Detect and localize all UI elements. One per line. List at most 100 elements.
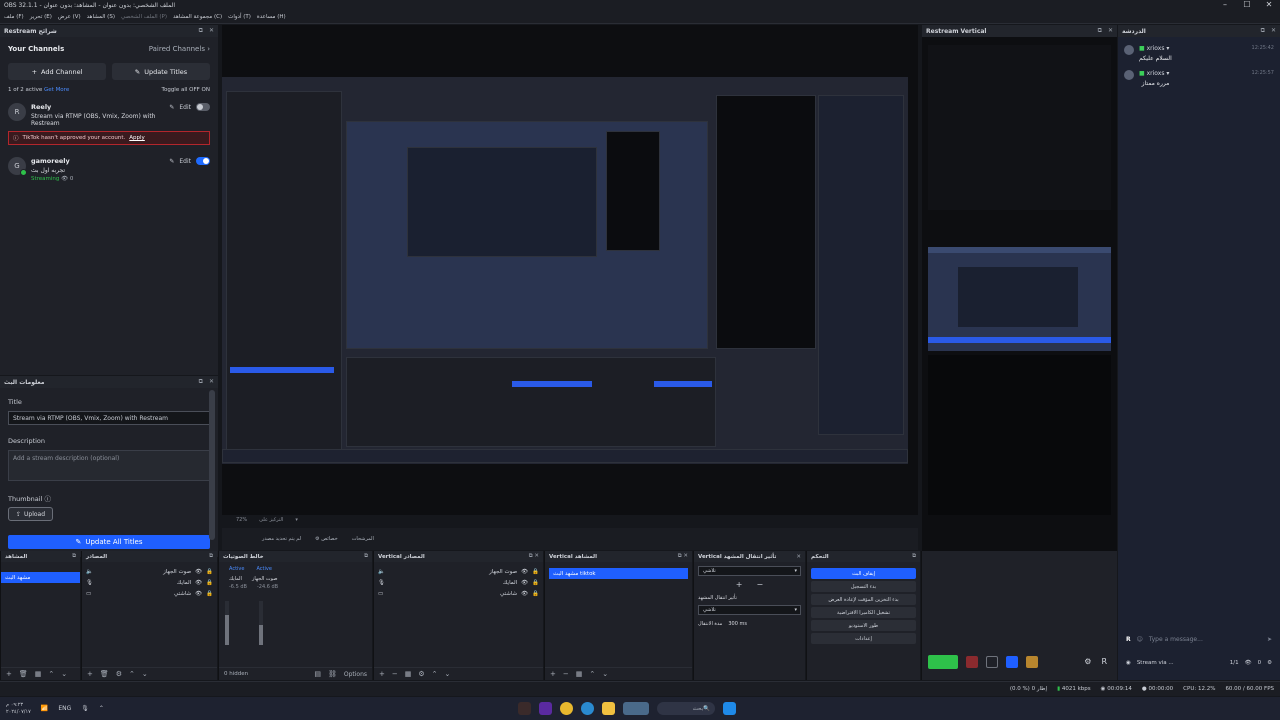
eye-icon: 👁 — [521, 590, 529, 597]
zoom-level[interactable]: 72% — [236, 517, 247, 523]
menu-edit[interactable]: تحرير (E) — [30, 14, 52, 20]
channel-edit[interactable]: Edit — [179, 104, 191, 111]
bitrate: ▮ 4021 kbps — [1057, 686, 1091, 692]
speaker-icon: 🔈 — [86, 568, 93, 575]
vertical-preview[interactable] — [928, 247, 1111, 351]
replay-button[interactable] — [986, 656, 998, 668]
program-preview[interactable] — [222, 77, 908, 464]
menu-scene-collection[interactable]: مجموعة المشاهد (C) — [173, 14, 222, 20]
hidden-count: 0 hidden — [224, 671, 249, 677]
upload-button[interactable]: ⇪ Upload — [8, 507, 53, 521]
float-icon[interactable]: ⧉ — [199, 27, 203, 35]
menu-profile[interactable]: الملف الشخصي (P) — [121, 14, 167, 20]
wifi-icon: 📶 — [40, 705, 49, 712]
settings-icon[interactable]: ⚙ — [1267, 660, 1272, 666]
get-more-link[interactable]: Get More — [44, 87, 69, 93]
restream-logo-icon[interactable]: R — [1101, 657, 1107, 666]
broadcast-icon: ◉ — [1100, 686, 1106, 692]
window-title-bar: OBS 32.1.1 - الملف الشخصي: بدون عنوان - … — [0, 0, 1280, 11]
chat-input[interactable]: R ☺ Type a message... ➤ — [1118, 632, 1280, 646]
menu-scenes[interactable]: المشاهد (S) — [87, 14, 115, 20]
title-input[interactable]: Stream via RTMP (OBS, Vmix, Zoom) with R… — [8, 411, 210, 425]
remove-icon: 🗑 — [18, 670, 28, 678]
discord-icon[interactable] — [539, 702, 552, 715]
transition-select[interactable]: تلاشي ▾ — [698, 566, 801, 576]
vertical-scene-item[interactable]: مشهد البث tiktok — [549, 568, 688, 579]
scene-item[interactable]: مشهد البث — [1, 572, 80, 583]
taskbar-search[interactable]: بحث 🔍 — [657, 702, 715, 715]
start-recording-button[interactable]: بدء التسجيل — [811, 581, 916, 592]
studio-mode-button[interactable]: طور الاستوديو — [811, 620, 916, 631]
edge-icon[interactable] — [581, 702, 594, 715]
source-item[interactable]: ▭ شاشتي 👁 🔒 — [374, 588, 543, 599]
filters-button[interactable]: المرشحات — [352, 536, 374, 542]
edit-icon[interactable]: ✎ — [169, 104, 174, 111]
channel-toggle[interactable] — [196, 157, 210, 165]
add-channel-button[interactable]: + Add Channel — [8, 63, 106, 80]
paired-channels-link[interactable]: Paired Channels › — [149, 45, 210, 53]
properties-button[interactable]: ⚙ خصائص — [315, 536, 338, 542]
remove-icon[interactable]: − — [757, 580, 764, 589]
preview-mode[interactable]: التركيز على — [259, 517, 283, 523]
update-all-titles-button[interactable]: ✎ Update All Titles — [8, 535, 210, 549]
virtual-camera-button[interactable]: تشغيل الكاميرا الافتراضية — [811, 607, 916, 618]
apply-link[interactable]: Apply — [129, 135, 145, 141]
obs-app-icon[interactable] — [518, 702, 531, 715]
app-icon[interactable] — [623, 702, 649, 715]
lock-icon: 🔒 — [206, 590, 213, 597]
live-time: ◉ 00:09:14 — [1100, 686, 1132, 692]
menu-view[interactable]: عرض (V) — [58, 14, 81, 20]
settings-button[interactable]: إعدادات — [811, 633, 916, 644]
toggle-all[interactable]: Toggle all OFF ON — [162, 87, 210, 93]
channel-toggle[interactable] — [196, 103, 210, 111]
chat-panel: الدردشة ⧉ ✕ ■ xrioxs ▾ السلام عليكم 12:25… — [1118, 25, 1280, 680]
up-icon: ⌃ — [48, 670, 55, 678]
stop-streaming-button[interactable]: إيقاف البث — [811, 568, 916, 579]
pencil-icon: ✎ — [134, 67, 141, 76]
windows-start-icon[interactable] — [723, 702, 736, 715]
float-icon[interactable]: ⧉ — [1098, 27, 1102, 35]
chevron-up-icon[interactable]: ⌃ — [99, 705, 104, 712]
duration-input[interactable]: 300 ms — [728, 621, 747, 627]
send-icon[interactable]: ➤ — [1267, 636, 1272, 643]
source-item[interactable]: 🔈 صوت الجهاز 👁 🔒 — [82, 566, 217, 577]
source-item[interactable]: ▭ شاشتي 👁 🔒 — [82, 588, 217, 599]
close-icon[interactable]: ✕ — [1271, 27, 1276, 35]
menu-file[interactable]: ملف (F) — [4, 14, 24, 20]
edit-icon[interactable]: ✎ — [169, 158, 174, 165]
vertical-scenes-dock: Vertical المشاهد ⧉ ✕ مشهد البث tiktok + − ▦… — [544, 551, 692, 680]
chevron-down-icon[interactable]: ▾ — [295, 517, 298, 523]
menu-tools[interactable]: أدوات (T) — [228, 14, 251, 20]
chrome-icon[interactable] — [560, 702, 573, 715]
virtual-cam-button[interactable] — [1026, 656, 1038, 668]
source-item[interactable]: 🔈 صوت الجهاز 👁 🔒 — [374, 566, 543, 577]
emoji-icon[interactable]: ☺ — [1137, 636, 1143, 643]
add-icon[interactable]: + — [736, 580, 743, 589]
settings-icon[interactable]: ⚙ — [1084, 657, 1091, 666]
scrollbar[interactable] — [209, 390, 215, 540]
close-icon[interactable]: ✕ — [1258, 0, 1280, 9]
close-icon[interactable]: ✕ — [209, 27, 214, 35]
transition-select-2[interactable]: تلاشي ▾ — [698, 605, 801, 615]
folder-icon[interactable] — [602, 702, 615, 715]
update-titles-button[interactable]: ✎ Update Titles — [112, 63, 210, 80]
vertical-stream-button[interactable] — [1006, 656, 1018, 668]
close-icon[interactable]: ✕ — [1108, 27, 1113, 35]
language-indicator[interactable]: ENG — [58, 705, 71, 712]
float-icon[interactable]: ⧉ — [199, 378, 203, 386]
source-item[interactable]: 🎙 المايك 👁 🔒 — [374, 577, 543, 588]
close-icon[interactable]: ✕ — [209, 378, 214, 386]
channel-edit[interactable]: Edit — [179, 158, 191, 165]
maximize-icon[interactable]: ☐ — [1236, 0, 1258, 9]
minimize-icon[interactable]: – — [1214, 0, 1236, 9]
source-item[interactable]: 🎙 المايك 👁 🔒 — [82, 577, 217, 588]
description-input[interactable]: Add a stream description (optional) — [8, 450, 210, 481]
menu-help[interactable]: مساعدة (H) — [257, 14, 286, 20]
window-title: OBS 32.1.1 - الملف الشخصي: بدون عنوان - … — [4, 2, 175, 9]
mic-icon: 🎙 — [86, 579, 93, 586]
float-icon[interactable]: ⧉ — [1261, 27, 1265, 35]
replay-buffer-button[interactable]: بدء التخزين المؤقت لإعادة العرض — [811, 594, 916, 605]
record-button[interactable] — [966, 656, 978, 668]
options-button[interactable]: Options — [344, 671, 367, 678]
eye-icon: 👁 — [521, 579, 529, 586]
